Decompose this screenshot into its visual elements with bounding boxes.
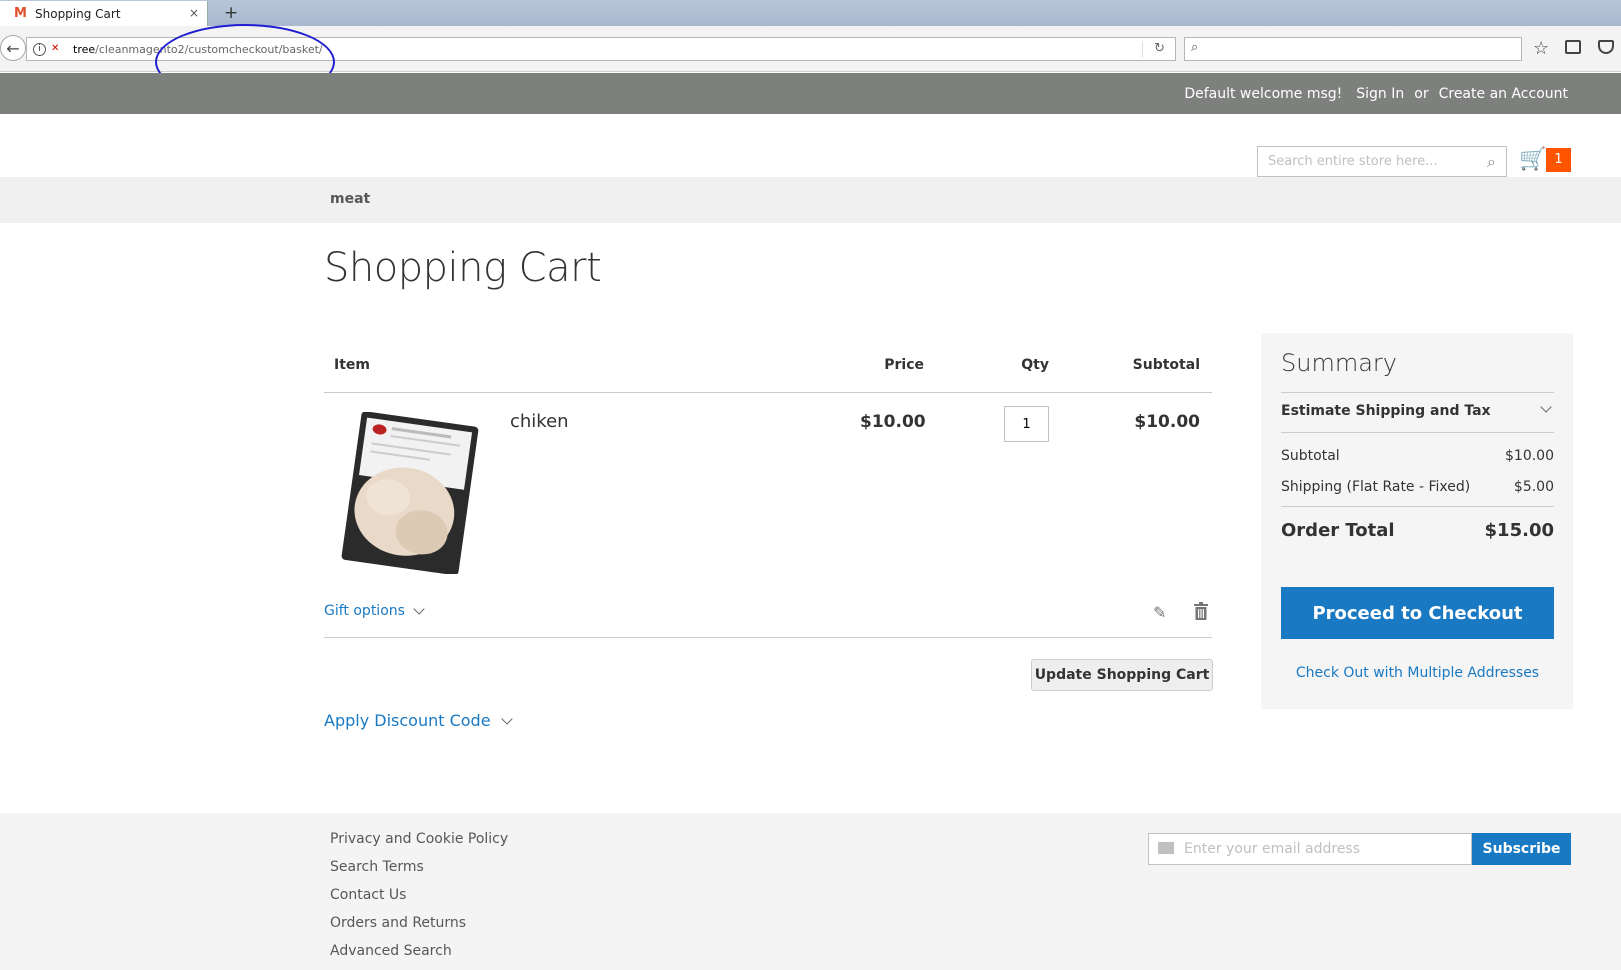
- insecure-lock-icon[interactable]: ✕: [51, 43, 63, 55]
- edit-pencil-icon[interactable]: ✎: [1153, 603, 1166, 622]
- order-total-row: Order Total $15.00: [1281, 520, 1554, 541]
- cart-count-badge[interactable]: 1: [1546, 148, 1571, 172]
- chevron-down-icon: [413, 603, 425, 615]
- newsletter-email-input[interactable]: [1184, 834, 1464, 864]
- close-tab-icon[interactable]: ×: [189, 6, 199, 20]
- order-total-value: $15.00: [1484, 520, 1554, 541]
- qty-input[interactable]: [1004, 406, 1049, 442]
- footer-link-privacy[interactable]: Privacy and Cookie Policy: [330, 831, 508, 859]
- footer: Privacy and Cookie Policy Search Terms C…: [0, 813, 1621, 970]
- cart-table-header: Item Price Qty Subtotal: [324, 345, 1212, 393]
- subscribe-button[interactable]: Subscribe: [1472, 833, 1571, 865]
- summary-divider: [1281, 392, 1554, 393]
- browser-nav-bar: ← i ✕ tree /cleanmagento2/customcheckout…: [0, 26, 1621, 72]
- subtotal-row: Subtotal $10.00: [1281, 448, 1554, 464]
- multiple-addresses-link[interactable]: Check Out with Multiple Addresses: [1281, 665, 1554, 681]
- url-divider: [1142, 41, 1143, 57]
- browser-tab[interactable]: M Shopping Cart ×: [0, 1, 208, 26]
- new-tab-button[interactable]: +: [224, 3, 238, 23]
- cart-row-divider: [324, 637, 1212, 638]
- product-name-link[interactable]: chiken: [510, 411, 569, 432]
- tab-title: Shopping Cart: [35, 6, 121, 21]
- newsletter-field: [1148, 833, 1472, 865]
- or-text: or: [1414, 85, 1429, 102]
- subtotal-label: Subtotal: [1281, 448, 1340, 464]
- back-button[interactable]: ←: [0, 35, 26, 61]
- address-bar[interactable]: i ✕ tree /cleanmagento2/customcheckout/b…: [26, 37, 1176, 61]
- page-title: Shopping Cart: [324, 245, 602, 291]
- order-total-label: Order Total: [1281, 520, 1395, 541]
- update-cart-button[interactable]: Update Shopping Cart: [1031, 659, 1213, 691]
- discount-label: Apply Discount Code: [324, 711, 491, 730]
- footer-link-orders-returns[interactable]: Orders and Returns: [330, 915, 508, 943]
- library-icon[interactable]: [1565, 40, 1581, 54]
- column-subtotal: Subtotal: [1132, 357, 1200, 373]
- url-host: tree: [73, 42, 96, 56]
- pocket-icon[interactable]: [1598, 40, 1614, 54]
- store-header-panel: Default welcome msg! Sign In or Create a…: [0, 73, 1621, 114]
- shipping-row: Shipping (Flat Rate - Fixed) $5.00: [1281, 479, 1554, 495]
- summary-divider: [1281, 506, 1554, 507]
- footer-link-contact[interactable]: Contact Us: [330, 887, 508, 915]
- subtotal-value: $10.00: [1505, 448, 1554, 464]
- create-account-link[interactable]: Create an Account: [1439, 86, 1568, 102]
- chevron-down-icon: [500, 712, 513, 725]
- magento-favicon-icon: M: [14, 6, 27, 21]
- category-nav: meat: [0, 177, 1621, 223]
- shipping-value: $5.00: [1513, 479, 1554, 495]
- product-image[interactable]: [337, 412, 480, 574]
- footer-link-search-terms[interactable]: Search Terms: [330, 859, 508, 887]
- envelope-icon: [1158, 842, 1174, 854]
- store-search-input[interactable]: [1258, 147, 1468, 176]
- estimate-shipping-toggle[interactable]: Estimate Shipping and Tax: [1281, 401, 1554, 419]
- estimate-label: Estimate Shipping and Tax: [1281, 403, 1491, 419]
- url-path: /cleanmagento2/customcheckout/basket/: [95, 42, 323, 56]
- gift-options-toggle[interactable]: Gift options: [324, 603, 425, 619]
- search-icon: ⌕: [1191, 40, 1199, 55]
- bookmark-star-icon[interactable]: ☆: [1533, 38, 1549, 59]
- footer-link-advanced-search[interactable]: Advanced Search: [330, 943, 508, 970]
- search-icon[interactable]: ⌕: [1487, 152, 1496, 172]
- welcome-message: Default welcome msg!: [1184, 85, 1343, 102]
- footer-links: Privacy and Cookie Policy Search Terms C…: [330, 831, 508, 970]
- store-search: ⌕: [1257, 146, 1507, 177]
- shipping-label: Shipping (Flat Rate - Fixed): [1281, 479, 1471, 495]
- summary-title: Summary: [1281, 349, 1397, 377]
- browser-search-bar[interactable]: ⌕: [1184, 37, 1522, 61]
- row-subtotal: $10.00: [1134, 412, 1200, 432]
- product-price: $10.00: [860, 412, 926, 432]
- sign-in-link[interactable]: Sign In: [1356, 86, 1404, 102]
- reload-icon[interactable]: ↻: [1154, 41, 1165, 56]
- column-price: Price: [884, 357, 924, 373]
- chevron-down-icon: [1540, 401, 1552, 413]
- back-arrow-icon: ←: [6, 38, 20, 58]
- info-icon[interactable]: i: [33, 42, 46, 56]
- discount-code-toggle[interactable]: Apply Discount Code: [324, 711, 513, 730]
- cart-icon[interactable]: 🛒: [1519, 147, 1546, 172]
- gift-options-label: Gift options: [324, 603, 405, 619]
- trash-icon[interactable]: [1194, 602, 1208, 620]
- nav-item-meat[interactable]: meat: [330, 191, 370, 207]
- browser-tab-bar: M Shopping Cart × +: [0, 0, 1621, 26]
- column-item: Item: [334, 357, 370, 373]
- summary-divider: [1281, 432, 1554, 433]
- column-qty: Qty: [1021, 357, 1049, 373]
- proceed-to-checkout-button[interactable]: Proceed to Checkout: [1281, 587, 1554, 639]
- order-summary: Summary Estimate Shipping and Tax Subtot…: [1261, 333, 1573, 709]
